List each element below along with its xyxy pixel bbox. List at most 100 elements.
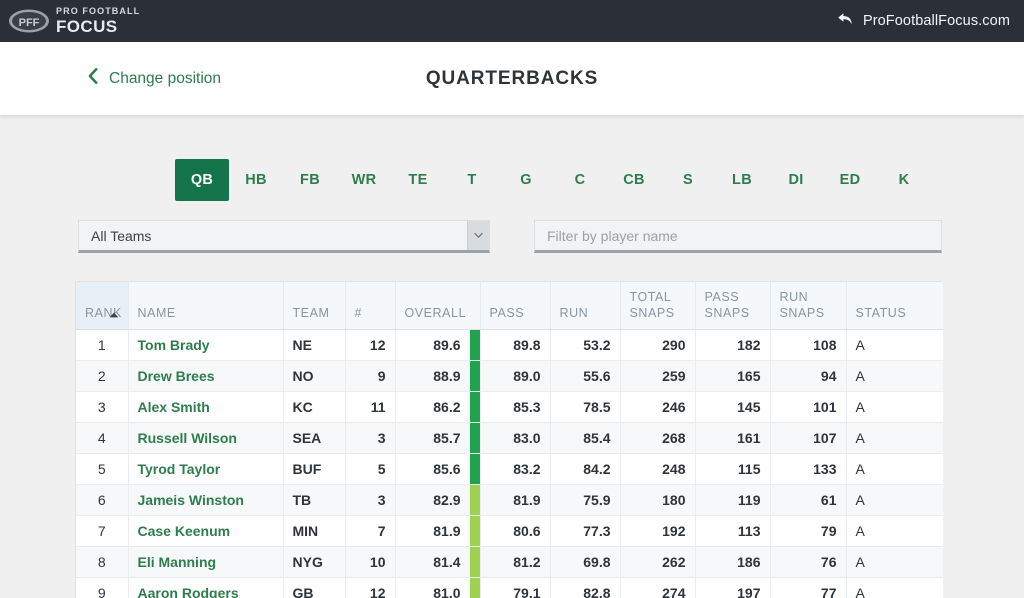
player-name-link[interactable]: Case Keenum: [138, 523, 231, 539]
cell-number: 12: [345, 577, 396, 598]
cell-status: A: [846, 391, 943, 423]
column-header-team[interactable]: TEAM: [283, 282, 346, 330]
cell-name: Case Keenum: [128, 515, 284, 547]
tab-ed[interactable]: ED: [823, 159, 877, 201]
pff-logo[interactable]: PFF PRO FOOTBALL FOCUS: [8, 7, 140, 35]
cell-rank: 2: [76, 360, 129, 392]
cell-rank: 8: [76, 546, 129, 578]
cell-run: 77.3: [550, 515, 621, 547]
table-row[interactable]: 3 Alex Smith KC 11 86.2 85.3 78.5 246 145 101 A: [76, 391, 943, 423]
table-row[interactable]: 2 Drew Brees NO 9 88.9 89.0 55.6 259 165 94 A: [76, 360, 943, 392]
cell-pass: 83.2: [480, 453, 551, 485]
cell-overall: 89.6: [395, 329, 481, 361]
cell-overall: 86.2: [395, 391, 481, 423]
tab-fb[interactable]: FB: [283, 159, 337, 201]
column-header-pass-snaps[interactable]: PASS SNAPS: [695, 282, 771, 330]
tab-wr[interactable]: WR: [337, 159, 391, 201]
cell-run-snaps: 76: [770, 546, 847, 578]
cell-total-snaps: 192: [620, 515, 696, 547]
cell-run: 53.2: [550, 329, 621, 361]
table-row[interactable]: 5 Tyrod Taylor BUF 5 85.6 83.2 84.2 248 115 133 A: [76, 453, 943, 485]
cell-status: A: [846, 453, 943, 485]
table-row[interactable]: 8 Eli Manning NYG 10 81.4 81.2 69.8 262 186 76 A: [76, 546, 943, 578]
column-header-name[interactable]: NAME: [128, 282, 284, 330]
column-header-number[interactable]: #: [345, 282, 396, 330]
player-name-link[interactable]: Russell Wilson: [138, 430, 237, 446]
cell-overall: 81.9: [395, 515, 481, 547]
cell-rank: 7: [76, 515, 129, 547]
tab-qb[interactable]: QB: [175, 159, 229, 201]
tab-lb[interactable]: LB: [715, 159, 769, 201]
column-header-run[interactable]: RUN: [550, 282, 621, 330]
player-name-link[interactable]: Tyrod Taylor: [138, 461, 221, 477]
svg-text:PFF: PFF: [19, 17, 40, 29]
column-header-run-snaps[interactable]: RUN SNAPS: [770, 282, 847, 330]
player-name-link[interactable]: Eli Manning: [138, 554, 217, 570]
player-name-link[interactable]: Drew Brees: [138, 368, 215, 384]
column-header-pass[interactable]: PASS: [480, 282, 551, 330]
player-search[interactable]: [534, 220, 942, 253]
cell-overall: 81.4: [395, 546, 481, 578]
player-search-input[interactable]: [535, 221, 941, 250]
player-name-link[interactable]: Alex Smith: [138, 399, 210, 415]
column-header-overall[interactable]: OVERALL: [395, 282, 481, 330]
cell-total-snaps: 246: [620, 391, 696, 423]
table-row[interactable]: 9 Aaron Rodgers GB 12 81.0 79.1 82.8 274 197 77 A: [76, 577, 943, 598]
table-row[interactable]: 1 Tom Brady NE 12 89.6 89.8 53.2 290 182 108 A: [76, 329, 943, 361]
cell-overall: 81.0: [395, 577, 481, 598]
cell-overall: 85.7: [395, 422, 481, 454]
cell-total-snaps: 180: [620, 484, 696, 516]
cell-name: Jameis Winston: [128, 484, 284, 516]
tab-cb[interactable]: CB: [607, 159, 661, 201]
cell-total-snaps: 274: [620, 577, 696, 598]
column-header-total-snaps[interactable]: TOTAL SNAPS: [620, 282, 696, 330]
tab-t[interactable]: T: [445, 159, 499, 201]
cell-pass-snaps: 182: [695, 329, 771, 361]
player-name-link[interactable]: Aaron Rodgers: [138, 585, 239, 598]
cell-number: 11: [345, 391, 396, 423]
cell-run-snaps: 79: [770, 515, 847, 547]
cell-run: 84.2: [550, 453, 621, 485]
chevron-down-icon[interactable]: [467, 221, 489, 250]
grade-color-bar: [469, 453, 479, 483]
tab-c[interactable]: C: [553, 159, 607, 201]
tab-k[interactable]: K: [877, 159, 931, 201]
site-link[interactable]: ProFootballFocus.com: [837, 12, 1010, 30]
cell-total-snaps: 262: [620, 546, 696, 578]
back-arrow-icon: [837, 12, 854, 30]
tab-hb[interactable]: HB: [229, 159, 283, 201]
cell-name: Tom Brady: [128, 329, 284, 361]
player-name-link[interactable]: Jameis Winston: [138, 492, 244, 508]
team-select-value: All Teams: [91, 227, 152, 244]
grade-color-bar: [469, 422, 479, 452]
cell-number: 12: [345, 329, 396, 361]
cell-status: A: [846, 484, 943, 516]
team-select[interactable]: All Teams: [78, 220, 490, 253]
tab-s[interactable]: S: [661, 159, 715, 201]
column-header-rank[interactable]: RANK: [76, 282, 129, 330]
sort-ascending-icon: [109, 307, 119, 323]
table-row[interactable]: 4 Russell Wilson SEA 3 85.7 83.0 85.4 268 161 107…: [76, 422, 943, 454]
tab-g[interactable]: G: [499, 159, 553, 201]
tab-di[interactable]: DI: [769, 159, 823, 201]
table-row[interactable]: 6 Jameis Winston TB 3 82.9 81.9 75.9 180 119 61 A: [76, 484, 943, 516]
column-header-status[interactable]: STATUS: [846, 282, 943, 330]
cell-total-snaps: 290: [620, 329, 696, 361]
site-link-label: ProFootballFocus.com: [862, 13, 1010, 29]
grade-color-bar: [469, 391, 479, 421]
cell-name: Alex Smith: [128, 391, 284, 423]
table-body: 1 Tom Brady NE 12 89.6 89.8 53.2 290 182 108 A 2 Dre…: [76, 329, 943, 598]
cell-rank: 1: [76, 329, 129, 361]
table-row[interactable]: 7 Case Keenum MIN 7 81.9 80.6 77.3 192 113 79 A: [76, 515, 943, 547]
cell-number: 9: [345, 360, 396, 392]
cell-run-snaps: 94: [770, 360, 847, 392]
cell-team: BUF: [283, 453, 346, 485]
cell-number: 3: [345, 422, 396, 454]
cell-overall: 82.9: [395, 484, 481, 516]
cell-pass: 85.3: [480, 391, 551, 423]
player-name-link[interactable]: Tom Brady: [138, 337, 210, 353]
cell-status: A: [846, 422, 943, 454]
cell-run-snaps: 101: [770, 391, 847, 423]
cell-rank: 6: [76, 484, 129, 516]
tab-te[interactable]: TE: [391, 159, 445, 201]
